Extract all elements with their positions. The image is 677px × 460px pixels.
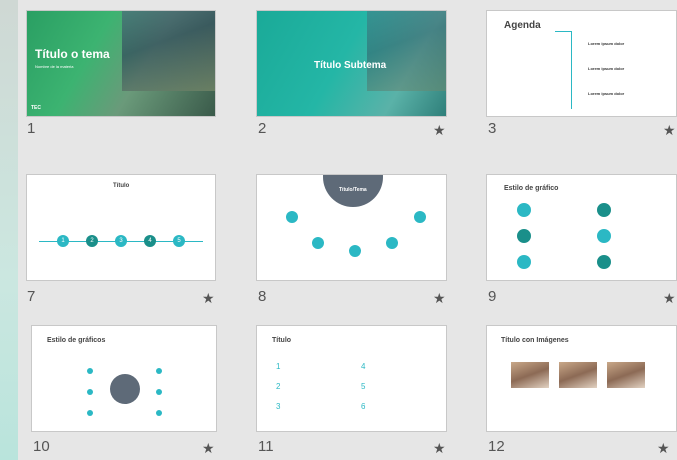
image-1 [511,362,549,388]
node-left-2 [87,389,93,395]
node-left-1 [87,368,93,374]
animation-star-icon-3[interactable]: ★ [663,122,676,139]
slide-number-10: 10 [33,438,50,455]
slide-thumbnail-11[interactable]: Título 1 2 3 4 5 6 [256,325,447,432]
list-num-2: 2 [276,382,281,391]
slide-thumbnail-12[interactable]: Título con Imágenes [486,325,677,432]
animation-star-icon-2[interactable]: ★ [433,122,446,139]
list-num-4: 4 [361,362,366,371]
icon-circle-a1 [517,203,531,217]
slide-1-photo [122,11,215,91]
icon-circle-2 [312,237,324,249]
list-num-5: 5 [361,382,366,391]
process-step-3: 3 [115,235,127,247]
slide-number-3: 3 [488,120,497,137]
node-right-1 [156,368,162,374]
slide-thumbnail-7[interactable]: Título 1 2 3 4 5 [26,174,216,281]
icon-circle-b2 [597,229,611,243]
node-right-2 [156,389,162,395]
slide-11-title: Título [272,337,292,344]
list-num-1: 1 [276,362,281,371]
slide-thumbnail-2[interactable]: Título Subtema [256,10,447,117]
slide-number-9: 9 [488,288,497,305]
left-pane-edge [0,0,18,460]
slide-2-title: Título Subtema [314,60,387,71]
node-right-3 [156,410,162,416]
slide-7-title: Título [113,183,130,189]
slide-thumbnail-9[interactable]: Estilo de gráfico [486,174,677,281]
slide-12-title: Título con Imágenes [501,337,569,344]
agenda-item-3: Lorem ipsum dolor [588,91,625,96]
slide-number-8: 8 [258,288,267,305]
agenda-item-2: Lorem ipsum dolor [588,66,625,71]
slide-thumbnail-3[interactable]: Agenda Lorem ipsum dolor Lorem ipsum dol… [486,10,677,117]
process-step-4: 4 [144,235,156,247]
animation-star-icon-8[interactable]: ★ [433,290,446,307]
icon-circle-1 [286,211,298,223]
list-num-6: 6 [361,402,366,411]
icon-circle-b1 [597,203,611,217]
slide-number-11: 11 [258,438,274,455]
agenda-item-1: Lorem ipsum dolor [588,41,625,46]
slide-10-title: Estilo de gráficos [47,337,106,344]
process-step-5: 5 [173,235,185,247]
image-2 [559,362,597,388]
slide-thumbnail-8[interactable]: Título/Tema [256,174,447,281]
animation-star-icon-11[interactable]: ★ [433,440,446,457]
icon-circle-4 [386,237,398,249]
animation-star-icon-12[interactable]: ★ [657,440,670,457]
icon-circle-a3 [517,255,531,269]
slide-8-title: Título/Tema [339,187,367,193]
process-step-2: 2 [86,235,98,247]
node-left-3 [87,410,93,416]
slide-1-title: Título o tema [35,47,110,61]
slide-thumbnail-1[interactable]: Título o tema Nombre de la materia TEC [26,10,216,117]
animation-star-icon-9[interactable]: ★ [663,290,676,307]
animation-star-icon-10[interactable]: ★ [202,440,215,457]
list-num-3: 3 [276,402,281,411]
agenda-line [571,31,572,109]
slide-1-logo: TEC [31,105,41,111]
slide-9-title: Estilo de gráfico [504,185,559,192]
slide-number-7: 7 [27,288,36,305]
icon-circle-a2 [517,229,531,243]
agenda-top-line [555,31,571,32]
process-step-1: 1 [57,235,69,247]
slide-3-title: Agenda [504,20,541,31]
icon-circle-b3 [597,255,611,269]
icon-circle-3 [349,245,361,257]
slide-number-2: 2 [258,120,267,137]
slide-number-1: 1 [27,120,36,137]
center-circle [110,374,140,404]
slide-1-subtitle: Nombre de la materia [35,64,74,69]
slide-thumbnail-10[interactable]: Estilo de gráficos [31,325,217,432]
slide-2-photo [367,11,446,91]
icon-circle-5 [414,211,426,223]
animation-star-icon-7[interactable]: ★ [202,290,215,307]
slide-number-12: 12 [488,438,505,455]
image-3 [607,362,645,388]
